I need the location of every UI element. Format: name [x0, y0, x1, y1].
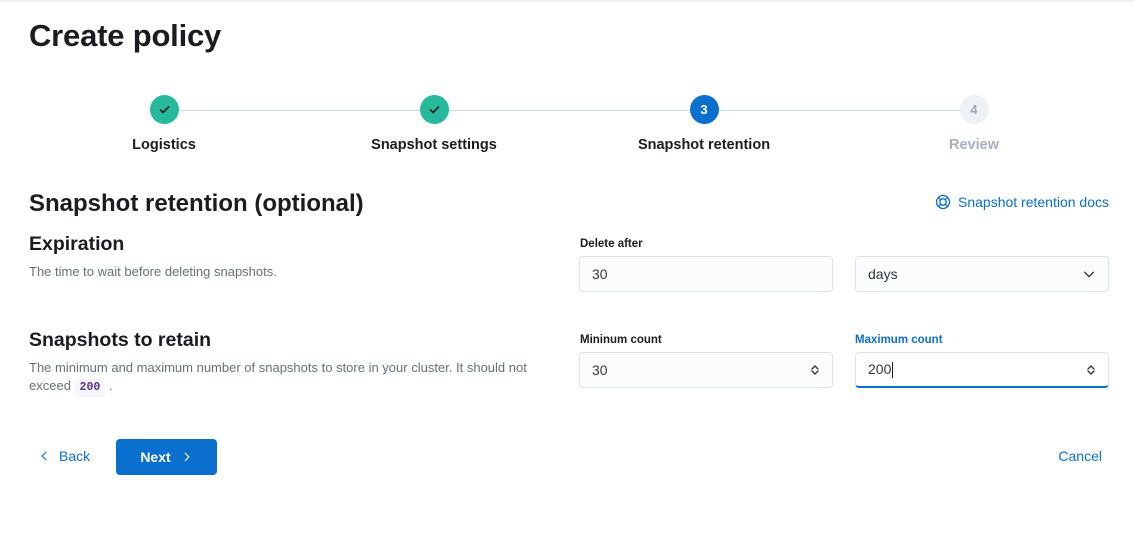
back-button[interactable]: Back: [38, 448, 90, 464]
steps-progress: Logistics Snapshot settings 3 Snapshot r…: [0, 94, 1134, 164]
docs-link[interactable]: Snapshot retention docs: [935, 194, 1109, 210]
time-unit-value: days: [868, 266, 898, 282]
chevron-down-icon: [1082, 267, 1096, 281]
max-count-input[interactable]: 200: [855, 352, 1109, 388]
max-count-label: Maximum count: [855, 334, 943, 346]
retain-description: The minimum and maximum number of snapsh…: [29, 359, 559, 397]
max-count-field-text: 200: [868, 360, 1086, 379]
check-icon: [149, 95, 179, 124]
next-button[interactable]: Next: [116, 439, 217, 475]
next-button-label: Next: [140, 449, 171, 465]
step-label: Snapshot retention: [637, 137, 771, 153]
check-icon: [419, 95, 449, 124]
docs-link-label: Snapshot retention docs: [958, 194, 1109, 210]
expiration-description: The time to wait before deleting snapsho…: [29, 264, 277, 279]
max-count-code: 200: [74, 379, 106, 397]
retain-description-end: .: [108, 378, 113, 393]
top-border: [0, 0, 1134, 2]
retain-title: Snapshots to retain: [29, 329, 212, 351]
step-label: Snapshot settings: [371, 137, 497, 153]
step-snapshot-settings[interactable]: Snapshot settings: [334, 94, 534, 153]
cancel-button[interactable]: Cancel: [1058, 448, 1102, 464]
page-title: Create policy: [29, 18, 222, 53]
min-count-value: 30: [592, 362, 608, 378]
step-logistics[interactable]: Logistics: [64, 94, 264, 153]
min-count-label: Mininum count: [580, 334, 662, 346]
delete-after-input[interactable]: 30: [579, 256, 833, 292]
step-review: 4 Review: [874, 94, 1074, 153]
text-cursor: [892, 362, 894, 379]
steps-connector-line: [164, 110, 974, 111]
number-stepper-icon[interactable]: [810, 364, 820, 376]
step-snapshot-retention[interactable]: 3 Snapshot retention: [604, 94, 804, 153]
section-title: Snapshot retention (optional): [29, 190, 364, 217]
max-count-value: 200: [868, 360, 892, 377]
number-stepper-icon[interactable]: [1086, 364, 1096, 376]
time-unit-select[interactable]: days: [855, 256, 1109, 292]
chevron-right-icon: [181, 451, 193, 463]
expiration-title: Expiration: [29, 233, 125, 255]
step-number: 3: [689, 95, 719, 124]
chevron-left-icon: [38, 450, 50, 462]
help-circle-icon: [935, 194, 951, 210]
step-label: Review: [949, 137, 999, 153]
back-button-label: Back: [59, 448, 91, 464]
delete-after-label: Delete after: [580, 238, 643, 250]
step-label: Logistics: [132, 137, 196, 153]
min-count-input[interactable]: 30: [579, 352, 833, 388]
delete-after-value: 30: [592, 266, 608, 282]
step-number: 4: [959, 95, 989, 124]
